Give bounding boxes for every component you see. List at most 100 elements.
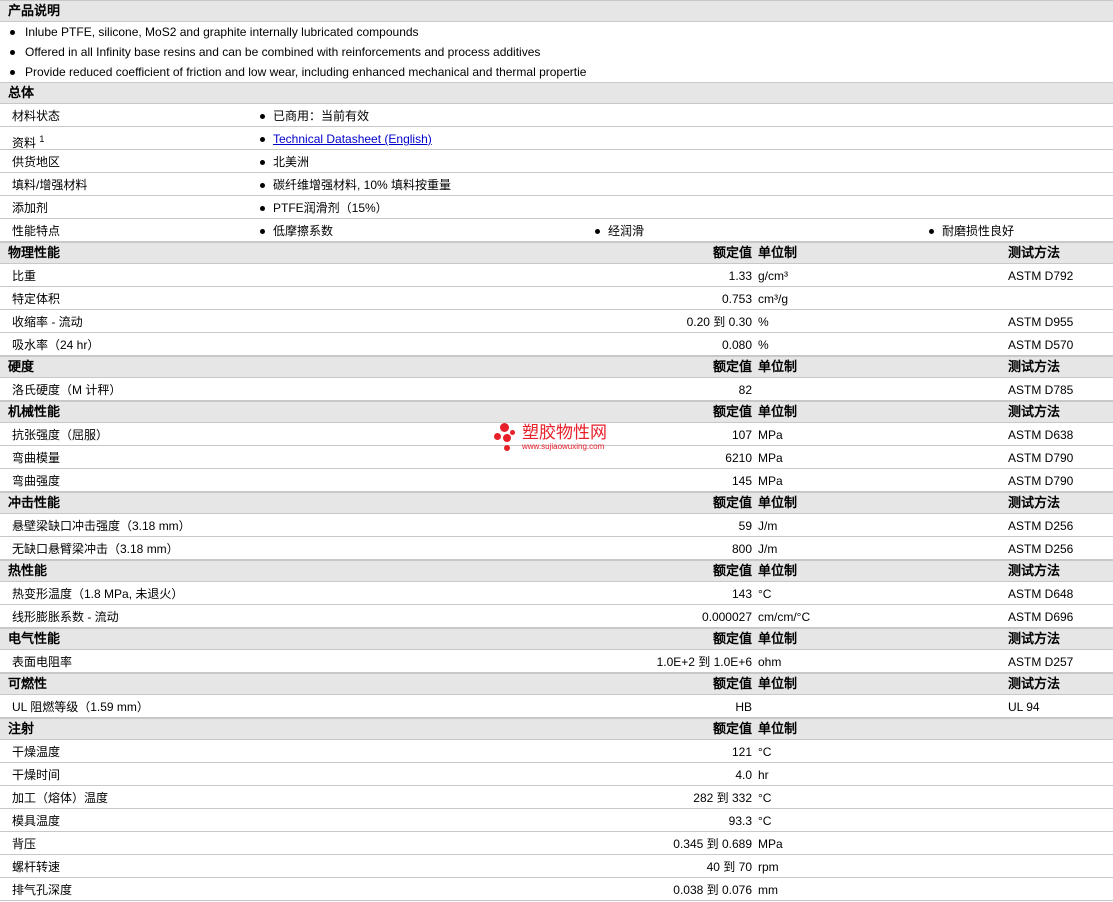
property-value: 4.0	[735, 768, 752, 782]
property-row: 干燥时间 4.0 hr	[0, 763, 1113, 786]
property-unit: ohm	[758, 655, 782, 669]
property-label: UL 阻燃等级（1.59 mm）	[12, 700, 149, 714]
section-title: 硬度	[8, 359, 35, 374]
property-value: 40 到 70	[706, 860, 752, 874]
property-label: 洛氏硬度（M 计秤）	[12, 383, 122, 397]
property-row: 加工（熔体）温度 282 到 332 °C	[0, 786, 1113, 809]
test-method: ASTM D696	[1008, 610, 1074, 624]
section-title: 总体	[8, 85, 35, 100]
section-header-description: 产品说明	[0, 0, 1113, 22]
value-bullet: 碳纤维增强材料, 10% 填料按重量	[258, 173, 451, 197]
property-row: 线形膨胀系数 - 流动 0.000027 cm/cm/°C ASTM D696	[0, 605, 1113, 628]
property-row: 吸水率（24 hr） 0.080% ASTM D570	[0, 333, 1113, 356]
section-header: 注射 额定值 单位制	[0, 718, 1113, 740]
property-row: 模具温度 93.3 °C	[0, 809, 1113, 832]
property-unit: cm³/g	[758, 292, 788, 306]
header-value: 额定值	[712, 359, 752, 374]
header-method: 测试方法	[1008, 404, 1061, 419]
section-title: 产品说明	[8, 3, 61, 18]
property-label: 干燥温度	[12, 745, 61, 759]
property-row: 排气孔深度 0.038 到 0.076 mm	[0, 878, 1113, 901]
property-value: 143	[731, 587, 752, 601]
general-row: 性能特点 低摩擦系数 经润滑 耐磨损性良好	[0, 219, 1113, 242]
test-method: ASTM D790	[1008, 451, 1074, 465]
property-value: 0.038 到 0.076	[673, 883, 752, 897]
section-header: 硬度 额定值 单位制 测试方法	[0, 356, 1113, 378]
property-value: 800	[731, 542, 752, 556]
label-text: 供货地区	[12, 155, 61, 169]
property-row: 收缩率 - 流动 0.20 到 0.30% ASTM D955	[0, 310, 1113, 333]
property-row: 弯曲强度 145 MPa ASTM D790	[0, 469, 1113, 492]
section-title: 注射	[8, 721, 35, 736]
property-value: 0.753	[721, 292, 752, 306]
section-title: 机械性能	[8, 404, 61, 419]
property-row: 热变形温度（1.8 MPa, 未退火） 143 °C ASTM D648	[0, 582, 1113, 605]
test-method: UL 94	[1008, 700, 1040, 714]
property-row: 干燥温度 121 °C	[0, 740, 1113, 763]
property-value: 82	[738, 383, 752, 397]
property-row: 特定体积 0.753 cm³/g	[0, 287, 1113, 310]
header-method: 测试方法	[1008, 563, 1061, 578]
property-value: 1.33	[728, 269, 752, 283]
property-unit: J/m	[758, 519, 778, 533]
header-method: 测试方法	[1008, 495, 1061, 510]
property-value: 282 到 332	[693, 791, 752, 805]
property-value: 0.345 到 0.689	[673, 837, 752, 851]
property-row: 悬壁梁缺口冲击强度（3.18 mm） 59 J/m ASTM D256	[0, 514, 1113, 537]
description-bullet: Provide reduced coefficient of friction …	[0, 62, 1113, 82]
property-unit: MPa	[758, 837, 783, 851]
general-row: 资料 1 Technical Datasheet (English)	[0, 127, 1113, 150]
property-unit: °C	[758, 745, 772, 759]
property-row: 表面电阻率 1.0E+2 到 1.0E+6 ohm ASTM D257	[0, 650, 1113, 673]
header-unit: 单位制	[758, 359, 798, 374]
test-method: ASTM D257	[1008, 655, 1074, 669]
general-row: 添加剂 PTFE润滑剂（15%）	[0, 196, 1113, 219]
description-bullet: Inlube PTFE, silicone, MoS2 and graphite…	[0, 22, 1113, 42]
property-label: 线形膨胀系数 - 流动	[12, 610, 119, 624]
property-label: 热变形温度（1.8 MPa, 未退火）	[12, 587, 184, 601]
property-unit: cm/cm/°C	[758, 610, 811, 624]
section-header: 冲击性能 额定值 单位制 测试方法	[0, 492, 1113, 514]
section-title: 热性能	[8, 563, 48, 578]
test-method: ASTM D256	[1008, 519, 1074, 533]
header-method: 测试方法	[1008, 676, 1061, 691]
value-bullet: 耐磨损性良好	[927, 219, 1014, 243]
section-header: 热性能 额定值 单位制 测试方法	[0, 560, 1113, 582]
property-value: 0.080	[721, 338, 752, 352]
test-method: ASTM D785	[1008, 383, 1074, 397]
general-row: 材料状态 已商用：当前有效	[0, 104, 1113, 127]
property-value: 1.0E+2 到 1.0E+6	[656, 655, 752, 669]
property-unit: %	[758, 338, 769, 352]
property-label: 弯曲模量	[12, 451, 61, 465]
row-label: 填料/增强材料	[12, 173, 87, 197]
section-header: 机械性能 额定值 单位制 测试方法	[0, 401, 1113, 423]
value-bullet: 经润滑	[593, 219, 644, 243]
property-value: HB	[735, 700, 752, 714]
property-unit: °C	[758, 814, 772, 828]
footnote-marker: 1	[39, 134, 45, 144]
general-row: 填料/增强材料 碳纤维增强材料, 10% 填料按重量	[0, 173, 1113, 196]
section-header: 电气性能 额定值 单位制 测试方法	[0, 628, 1113, 650]
label-text: 资料	[12, 136, 37, 150]
header-unit: 单位制	[758, 721, 798, 736]
property-row: UL 阻燃等级（1.59 mm） HB UL 94	[0, 695, 1113, 718]
section-title: 可燃性	[8, 676, 48, 691]
header-value: 额定值	[712, 721, 752, 736]
test-method: ASTM D570	[1008, 338, 1074, 352]
header-value: 额定值	[712, 245, 752, 260]
datasheet-link[interactable]: Technical Datasheet (English)	[273, 132, 432, 146]
watermark-url: www.sujiaowuxing.com	[522, 441, 605, 451]
property-row: 比重 1.33 g/cm³ ASTM D792	[0, 264, 1113, 287]
test-method: ASTM D790	[1008, 474, 1074, 488]
logo-dots-icon	[494, 421, 518, 453]
property-label: 排气孔深度	[12, 883, 73, 897]
row-label: 供货地区	[12, 150, 60, 174]
value-bullet: 低摩擦系数	[258, 219, 333, 243]
property-label: 弯曲强度	[12, 474, 61, 488]
property-value: 121	[731, 745, 752, 759]
test-method: ASTM D648	[1008, 587, 1074, 601]
property-label: 抗张强度（屈服）	[12, 428, 109, 442]
property-value: 93.3	[728, 814, 752, 828]
property-value: 6210	[725, 451, 752, 465]
header-unit: 单位制	[758, 404, 798, 419]
